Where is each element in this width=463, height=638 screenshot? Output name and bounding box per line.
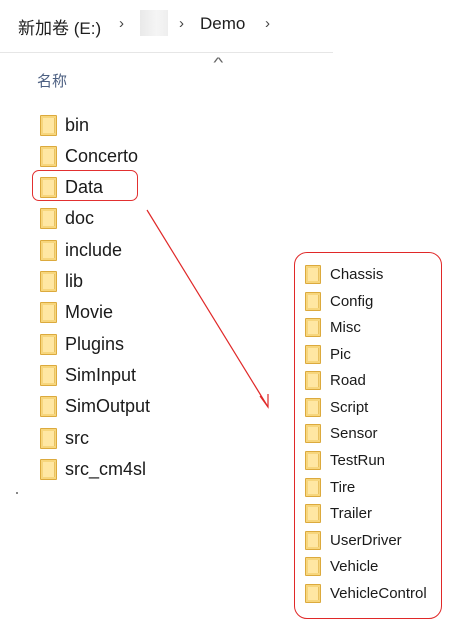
folder-item-include[interactable]: include — [40, 237, 122, 263]
subfolder-label: Script — [330, 398, 369, 416]
subfolder-item-vehiclecontrol[interactable]: VehicleControl — [305, 582, 427, 604]
folder-icon — [305, 530, 321, 550]
subfolder-label: Config — [330, 292, 374, 310]
sort-up-icon[interactable]: ^ — [213, 54, 223, 70]
subfolder-item-chassis[interactable]: Chassis — [305, 263, 383, 285]
folder-label: SimInput — [65, 364, 137, 385]
subfolder-label: Tire — [330, 478, 356, 496]
folder-icon — [305, 317, 321, 337]
folder-label: SimOutput — [65, 395, 151, 416]
folder-icon — [305, 477, 321, 497]
subfolder-item-userdriver[interactable]: UserDriver — [305, 529, 402, 551]
folder-icon — [305, 583, 321, 603]
folder-label: lib — [65, 270, 84, 291]
subfolder-item-testrun[interactable]: TestRun — [305, 449, 385, 471]
folder-icon — [305, 450, 321, 470]
folder-item-src-cm4sl[interactable]: src_cm4sl — [40, 456, 146, 482]
folder-item-simoutput[interactable]: SimOutput — [40, 393, 150, 419]
data-folder-highlight — [32, 170, 138, 201]
subfolder-label: Pic — [330, 345, 351, 363]
subfolder-label: Vehicle — [330, 557, 379, 575]
folder-item-siminput[interactable]: SimInput — [40, 362, 136, 388]
folder-item-concerto[interactable]: Concerto — [40, 143, 138, 169]
folder-icon — [40, 333, 57, 355]
folder-icon — [40, 239, 57, 261]
folder-icon — [305, 344, 321, 364]
folder-icon — [40, 145, 57, 167]
folder-icon — [305, 556, 321, 576]
stray-dot — [16, 492, 18, 494]
subfolder-label: Road — [330, 371, 366, 389]
folder-item-movie[interactable]: Movie — [40, 299, 113, 325]
folder-icon — [305, 503, 321, 523]
folder-icon — [305, 370, 321, 390]
subfolder-label: Sensor — [330, 424, 378, 442]
column-header-name[interactable]: 名称 — [37, 70, 67, 91]
folder-label: src — [65, 427, 89, 448]
subfolder-item-pic[interactable]: Pic — [305, 343, 351, 365]
subfolder-label: TestRun — [330, 451, 386, 469]
subfolder-item-script[interactable]: Script — [305, 396, 368, 418]
subfolder-label: UserDriver — [330, 531, 402, 549]
folder-icon — [305, 397, 321, 417]
folder-label: bin — [65, 114, 90, 135]
subfolder-label: Chassis — [330, 265, 384, 283]
subfolder-item-sensor[interactable]: Sensor — [305, 422, 378, 444]
folder-icon — [305, 423, 321, 443]
breadcrumb: 新加卷 (E:) › › Demo › — [0, 0, 333, 52]
folder-item-lib[interactable]: lib — [40, 268, 83, 294]
subfolder-item-road[interactable]: Road — [305, 369, 366, 391]
folder-item-doc[interactable]: doc — [40, 205, 94, 231]
subfolder-item-tire[interactable]: Tire — [305, 476, 355, 498]
folder-icon — [40, 364, 57, 386]
subfolder-label: VehicleControl — [330, 584, 427, 602]
folder-icon — [40, 207, 57, 229]
folder-label: Plugins — [65, 333, 125, 354]
breadcrumb-drive[interactable]: 新加卷 (E:) — [18, 14, 101, 39]
folder-icon — [40, 114, 57, 136]
chevron-right-icon[interactable]: › — [179, 15, 184, 32]
folder-icon — [40, 458, 57, 480]
folder-icon — [40, 395, 57, 417]
folder-label: include — [65, 239, 123, 260]
folder-icon — [305, 291, 321, 311]
folder-icon — [40, 301, 57, 323]
chevron-right-icon[interactable]: › — [119, 15, 124, 32]
subfolder-item-config[interactable]: Config — [305, 290, 373, 312]
subfolder-item-misc[interactable]: Misc — [305, 316, 361, 338]
folder-label: Movie — [65, 301, 114, 322]
folder-item-plugins[interactable]: Plugins — [40, 331, 124, 357]
header-divider — [0, 52, 333, 53]
folder-label: src_cm4sl — [65, 458, 147, 479]
chevron-right-icon[interactable]: › — [265, 15, 270, 32]
folder-item-bin[interactable]: bin — [40, 112, 89, 138]
subfolder-item-vehicle[interactable]: Vehicle — [305, 555, 378, 577]
subfolder-label: Trailer — [330, 504, 372, 522]
folder-icon — [40, 270, 57, 292]
breadcrumb-redacted — [140, 10, 168, 36]
folder-item-src[interactable]: src — [40, 425, 89, 451]
breadcrumb-current[interactable]: Demo — [200, 14, 245, 34]
folder-label: doc — [65, 207, 95, 228]
subfolder-item-trailer[interactable]: Trailer — [305, 502, 372, 524]
subfolder-label: Misc — [330, 318, 361, 336]
folder-label: Concerto — [65, 145, 139, 166]
folder-icon — [40, 427, 57, 449]
folder-icon — [305, 264, 321, 284]
